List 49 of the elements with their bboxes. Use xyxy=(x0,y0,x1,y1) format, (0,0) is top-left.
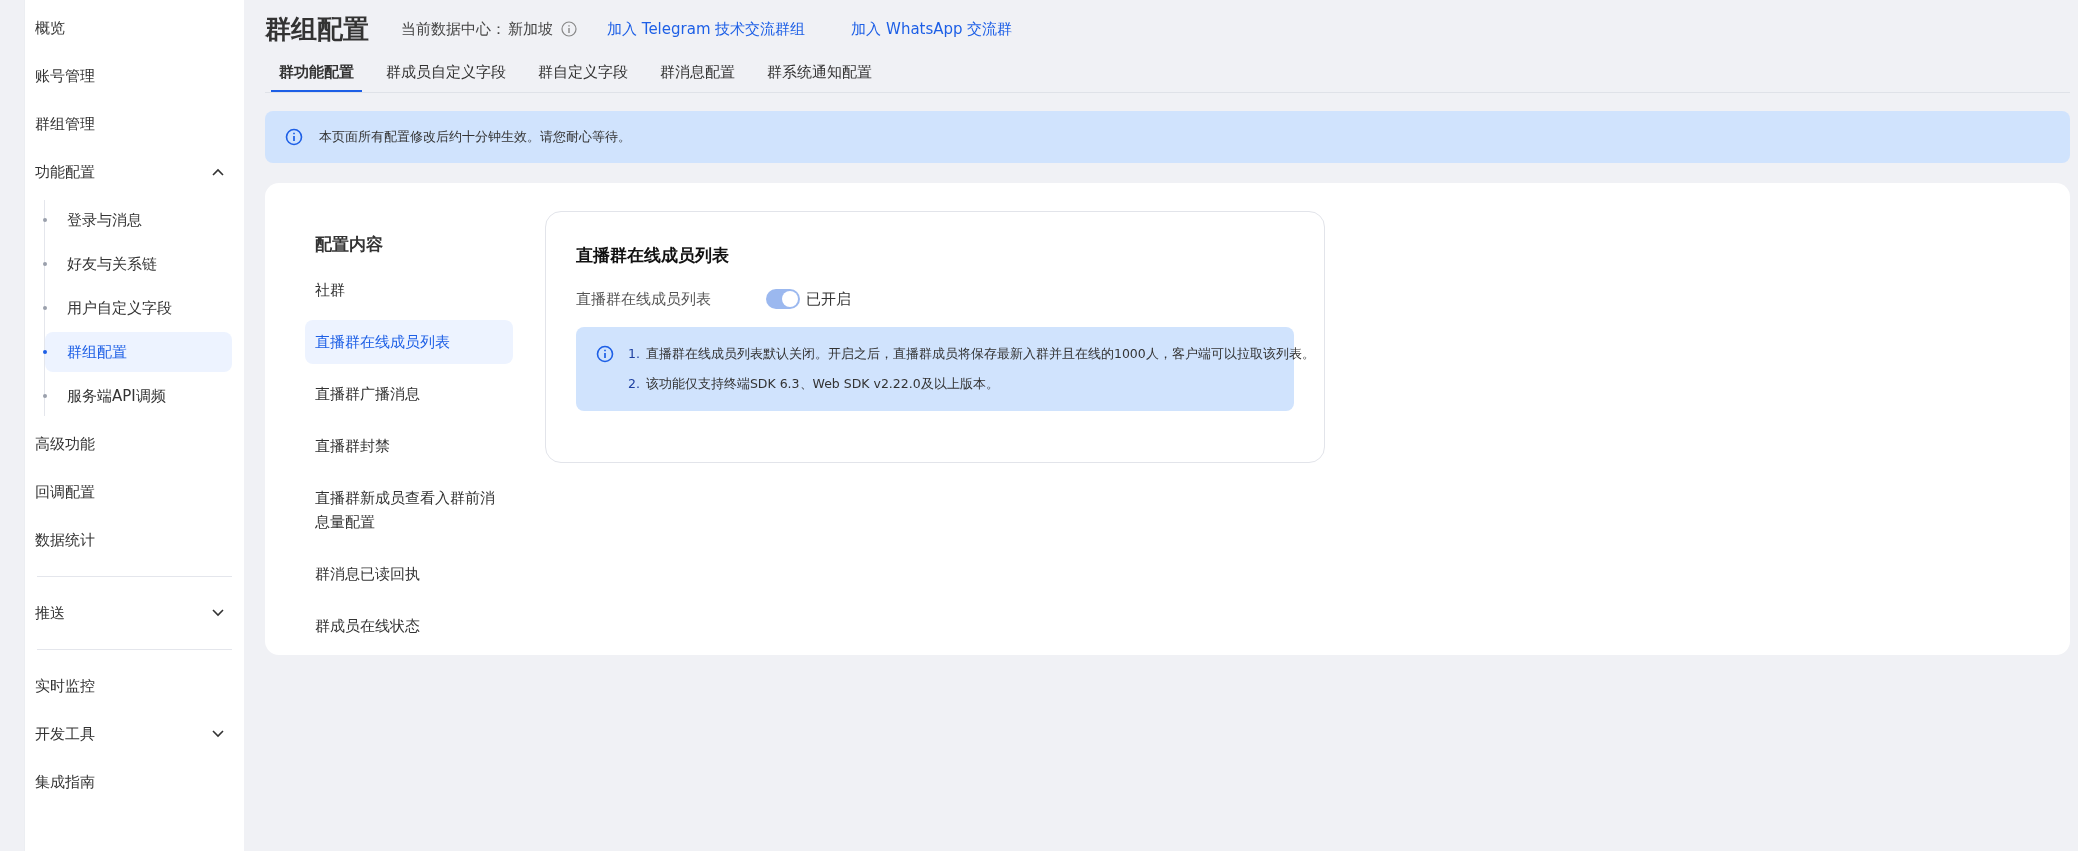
community-link[interactable]: 加入 Telegram 技术交流群组 xyxy=(607,19,806,39)
config-nav-item[interactable]: 直播群广播消息 xyxy=(305,372,513,416)
tip-number: 1. xyxy=(628,345,640,363)
chevron-icon xyxy=(212,609,224,617)
chevron-icon xyxy=(212,168,224,176)
tip-text: 该功能仅支持终端SDK 6.3、Web SDK v2.22.0及以上版本。 xyxy=(645,375,999,393)
sidebar-item[interactable]: 账号管理 xyxy=(25,52,244,100)
config-nav-item[interactable]: 直播群封禁 xyxy=(305,424,513,468)
toggle-status: 已开启 xyxy=(806,289,851,309)
sidebar-item[interactable]: 回调配置 xyxy=(25,468,244,516)
sidebar-subitem[interactable]: 用户自定义字段 xyxy=(45,288,232,328)
config-nav-item[interactable]: 直播群新成员查看入群前消息量配置 xyxy=(305,476,513,544)
sidebar-subitem[interactable]: 服务端API调频 xyxy=(45,376,232,416)
chevron-icon xyxy=(212,730,224,738)
info-icon xyxy=(285,128,303,146)
info-icon xyxy=(596,345,614,363)
info-icon[interactable] xyxy=(561,21,577,37)
sidebar-item[interactable]: 推送 xyxy=(25,589,244,637)
sidebar-subitem[interactable]: 好友与关系链 xyxy=(45,244,232,284)
config-nav-item[interactable]: 直播群在线成员列表 xyxy=(305,320,513,364)
datacenter-value: 新加坡 xyxy=(508,19,553,39)
sidebar-subitem[interactable]: 登录与消息 xyxy=(45,200,232,240)
sidebar-item[interactable]: 群组管理 xyxy=(25,100,244,148)
tab[interactable]: 群成员自定义字段 xyxy=(378,63,514,92)
config-nav-title: 配置内容 xyxy=(314,233,384,256)
card-title: 直播群在线成员列表 xyxy=(576,244,730,267)
sidebar-item[interactable]: 概览 xyxy=(25,4,244,52)
config-nav-item[interactable]: 群消息已读回执 xyxy=(305,552,513,596)
tab[interactable]: 群消息配置 xyxy=(652,63,743,92)
datacenter-label: 当前数据中心： xyxy=(401,19,506,39)
tab[interactable]: 群功能配置 xyxy=(271,63,362,92)
sidebar-item[interactable]: 集成指南 xyxy=(25,758,244,806)
toggle-switch[interactable] xyxy=(766,289,800,309)
sidebar-subitem[interactable]: 群组配置 xyxy=(45,332,232,372)
sidebar-item[interactable]: 数据统计 xyxy=(25,516,244,564)
sidebar-item[interactable]: 开发工具 xyxy=(25,710,244,758)
community-link[interactable]: 加入 WhatsApp 交流群 xyxy=(851,19,1013,39)
config-nav-item[interactable]: 社群 xyxy=(305,268,513,312)
notice-text: 本页面所有配置修改后约十分钟生效。请您耐心等待。 xyxy=(319,128,631,146)
sidebar-item[interactable]: 功能配置 xyxy=(25,148,244,196)
page-title: 群组配置 xyxy=(265,12,369,46)
tab[interactable]: 群系统通知配置 xyxy=(759,63,880,92)
setting-label: 直播群在线成员列表 xyxy=(576,289,712,309)
sidebar-item[interactable]: 实时监控 xyxy=(25,662,244,710)
tab[interactable]: 群自定义字段 xyxy=(530,63,636,92)
sidebar-item[interactable]: 高级功能 xyxy=(25,420,244,468)
config-nav-item[interactable]: 群成员在线状态 xyxy=(305,604,513,648)
tip-number: 2. xyxy=(628,375,640,393)
tip-text: 直播群在线成员列表默认关闭。开启之后，直播群成员将保存最新入群并且在线的1000人，客户端可以拉取该列表。 xyxy=(645,345,1315,363)
